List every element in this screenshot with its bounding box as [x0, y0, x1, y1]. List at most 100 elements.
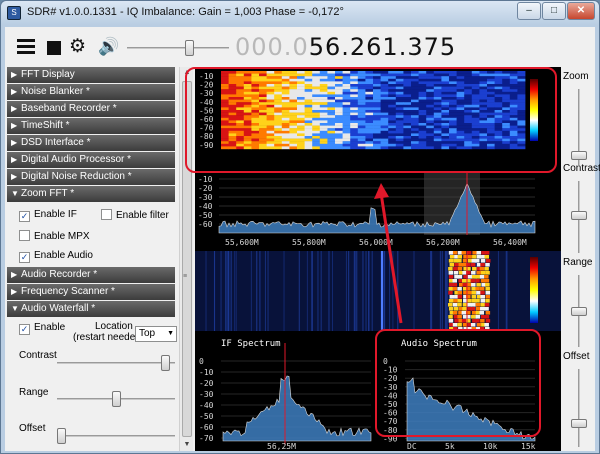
panel-header-baseband-recorder[interactable]: ▶ Baseband Recorder * [7, 101, 175, 117]
waterfall-enable-checkbox[interactable]: ✓ Enable [19, 322, 65, 335]
waterfall-colorbar [530, 257, 538, 323]
display-area: -10 -20 -30 -40 -50 -60 -70 -80 -90 -10 -20 -30 -40… [195, 67, 561, 451]
close-button[interactable]: ✕ [567, 2, 595, 20]
enable-audio-checkbox[interactable]: ✓ Enable Audio [19, 250, 93, 263]
offset-slider[interactable] [571, 369, 587, 447]
if-spectrum-y-tick: -60 [199, 423, 214, 432]
audio-waterfall-canvas: -10-20-30-40-50-60-70-80-90 [199, 71, 526, 150]
audio-spectrum-canvas: 0-10-20-30-40-50-60-70-80-90DC 5k 10k 15k [383, 357, 536, 451]
waterfall-range-label: Range [19, 387, 49, 398]
sidebar: ▶ FFT Display ▶ Noise Blanker * ▶ Baseband … [7, 67, 177, 451]
audio-spectrum-title: Audio Spectrum [401, 339, 477, 349]
app-icon: S [7, 6, 21, 20]
toolbar: ⚙ 🔊 000.056.261.375 [5, 27, 595, 67]
scrollbar-thumb[interactable] [182, 81, 192, 437]
audio-waterfall-colorbar [530, 79, 538, 141]
spectrum-x-tick: 55,600M [225, 238, 259, 247]
stop-icon[interactable] [47, 41, 61, 55]
enable-mpx-checkbox[interactable]: Enable MPX [19, 230, 90, 242]
right-controls: Zoom Contrast Range Offset [563, 67, 600, 451]
waterfall-range-slider[interactable] [57, 391, 175, 407]
panel-header-dsd-interface[interactable]: ▶ DSD Interface * [7, 135, 175, 151]
spectrum-x-tick: 56,000M [359, 238, 393, 247]
audio-waterfall-panel[interactable]: -10 -20 -30 -40 -50 -60 -70 -80 -90 [195, 67, 561, 163]
spectrum-x-tick: 55,800M [292, 238, 326, 247]
if-spectrum-title: IF Spectrum [221, 339, 281, 349]
spectrum-y-tick: -60 [198, 220, 213, 229]
spectrum-x-tick: 56,400M [493, 238, 527, 247]
panel-header-zoom-fft[interactable]: ▼ Zoom FFT * [7, 186, 175, 202]
speaker-icon[interactable]: 🔊 [98, 38, 120, 55]
if-spectrum-y-tick: -40 [199, 401, 214, 410]
if-spectrum-y-tick: -70 [199, 434, 214, 443]
zoom-slider[interactable] [571, 89, 587, 165]
if-spectrum-canvas: 0 -10 -20 -30 -40 -50 -60 -70 56,25M [199, 343, 372, 451]
scroll-down-arrow[interactable]: ▼ [180, 439, 194, 451]
if-spectrum-y-tick: 0 [199, 357, 204, 366]
app-window: S SDR# v1.0.0.1331 - IQ Imbalance: Gain … [0, 0, 600, 454]
panel-header-timeshift[interactable]: ▶ TimeShift * [7, 118, 175, 134]
waterfall-offset-label: Offset [19, 423, 46, 434]
panel-header-noise-blanker[interactable]: ▶ Noise Blanker * [7, 84, 175, 100]
spectrum-y-tick: -40 [198, 202, 213, 211]
spectrum-canvas: -10-20-30-40-50-60 55,600M 55,800M 56,000M 5… [198, 171, 536, 247]
maximize-button[interactable]: □ [542, 2, 566, 20]
if-spectrum-panel[interactable]: IF Spectrum 0 -10 -20 -30 -40 -50 -60 -70 56,25M [195, 333, 375, 451]
frequency-leading-digits: 000.0 [235, 33, 309, 61]
panel-header-frequency-scanner[interactable]: ▶ Frequency Scanner * [7, 284, 175, 300]
spectrum-y-tick: -10 [198, 175, 213, 184]
audio-spectrum-y-tick: -90 [383, 434, 398, 443]
range-slider[interactable] [571, 275, 587, 347]
panel-header-digital-audio-processor[interactable]: ▶ Digital Audio Processor * [7, 152, 175, 168]
audio-spectrum-trace [406, 377, 536, 442]
spectrum-y-tick: -30 [198, 193, 213, 202]
spectrum-y-tick: -20 [198, 184, 213, 193]
title-bar[interactable]: S SDR# v1.0.0.1331 - IQ Imbalance: Gain … [1, 1, 599, 25]
waterfall-offset-slider[interactable] [57, 428, 175, 444]
volume-slider[interactable] [127, 40, 229, 56]
spectrum-panel[interactable]: -10 -20 -30 -40 -50 -60 55,600M 55,800M 56,000M 5… [195, 171, 561, 249]
spectrum-trace [218, 182, 536, 234]
spectrum-x-tick: 56,200M [426, 238, 460, 247]
location-select[interactable]: Top ▼ [135, 326, 177, 342]
if-spectrum-trace [222, 375, 372, 442]
if-spectrum-y-tick: -10 [199, 368, 214, 377]
menu-icon[interactable] [17, 39, 35, 55]
audio-spectrum-x-tick: DC [407, 442, 417, 451]
location-label: Location [95, 321, 133, 332]
spectrum-y-tick: -50 [198, 211, 213, 220]
enable-filter-checkbox[interactable]: Enable filter [101, 209, 169, 221]
if-spectrum-y-tick: -50 [199, 412, 214, 421]
contrast-slider[interactable] [571, 181, 587, 253]
panel-header-digital-noise-reduction[interactable]: ▶ Digital Noise Reduction * [7, 169, 175, 185]
audio-waterfall-y-tick: -90 [199, 141, 214, 150]
waterfall-panel[interactable] [195, 251, 561, 331]
sidebar-scrollbar[interactable]: ▲ ≡ ▼ [179, 67, 193, 451]
scroll-up-arrow[interactable]: ▲ [180, 67, 194, 79]
panel-header-audio-recorder[interactable]: ▶ Audio Recorder * [7, 267, 175, 283]
volume-slider-thumb[interactable] [184, 40, 194, 56]
minimize-button[interactable]: – [517, 2, 541, 20]
location-note: (restart needed) [73, 332, 145, 343]
panel-header-fft-display[interactable]: ▶ FFT Display [7, 67, 175, 83]
client-area: ⚙ 🔊 000.056.261.375 ▶ FFT Display ▶ Noise … [5, 27, 600, 451]
offset-label: Offset [563, 351, 590, 362]
waterfall-contrast-slider[interactable] [57, 355, 175, 371]
waterfall-contrast-label: Contrast [19, 350, 57, 361]
enable-if-checkbox[interactable]: ✓ Enable IF [19, 209, 77, 222]
window-title: SDR# v1.0.0.1331 - IQ Imbalance: Gain = … [27, 6, 344, 18]
range-label: Range [563, 257, 593, 268]
audio-spectrum-panel[interactable]: Audio Spectrum 0 -10 -20 -30 -40 -50 -60 -70 -80… [379, 333, 539, 451]
audio-spectrum-x-tick: 5k [445, 442, 455, 451]
audio-spectrum-x-tick: 10k [483, 442, 498, 451]
waterfall-canvas [195, 251, 561, 331]
zoom-label: Zoom [563, 71, 589, 82]
panel-header-audio-waterfall[interactable]: ▼ Audio Waterfall * [7, 301, 175, 317]
if-spectrum-y-tick: -20 [199, 379, 214, 388]
if-spectrum-y-tick: -30 [199, 390, 214, 399]
audio-spectrum-x-tick: 15k [521, 442, 536, 451]
frequency-digits: 56.261.375 [308, 33, 457, 61]
if-spectrum-x-tick: 56,25M [267, 442, 296, 451]
frequency-display[interactable]: 000.056.261.375 [235, 33, 456, 61]
gear-icon[interactable]: ⚙ [69, 37, 89, 56]
